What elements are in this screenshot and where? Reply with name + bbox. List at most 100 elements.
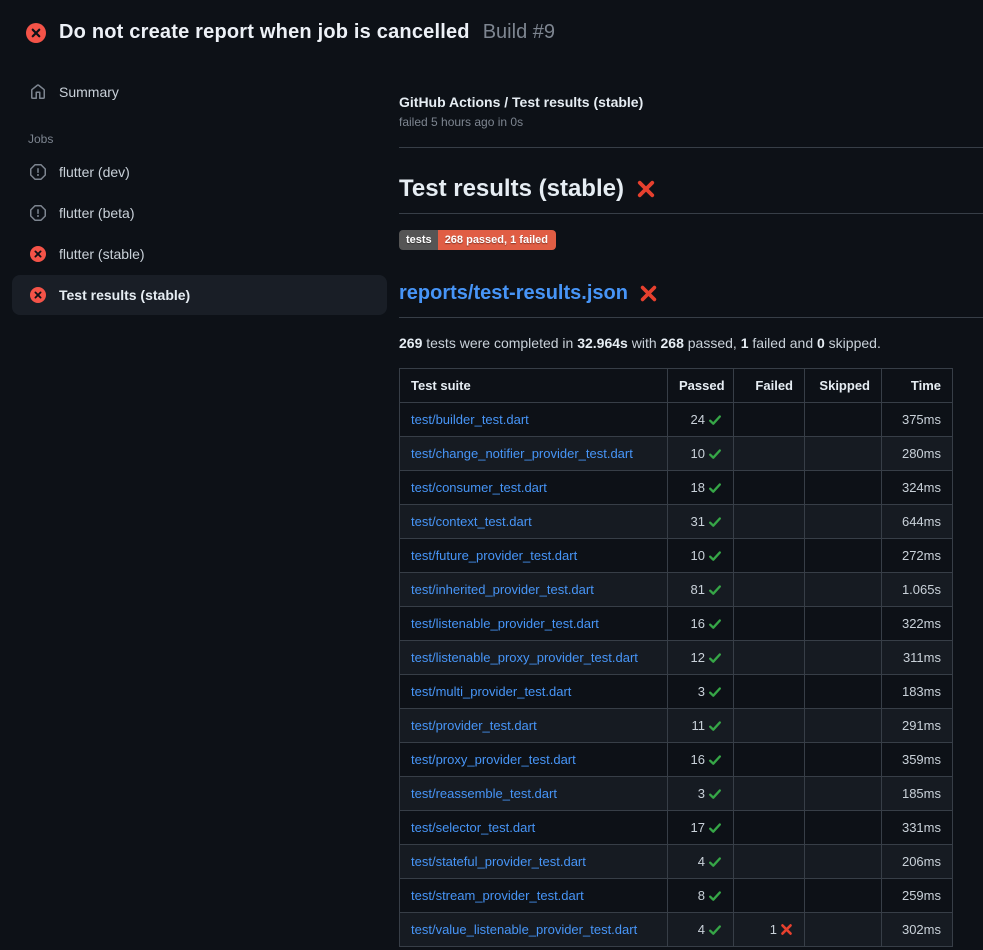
- skipped-cell: [805, 403, 882, 437]
- passed-cell-value: 31: [691, 514, 705, 529]
- suite-link[interactable]: test/listenable_provider_test.dart: [411, 616, 599, 631]
- suite-link[interactable]: test/stream_provider_test.dart: [411, 888, 584, 903]
- failed-cell: [734, 743, 805, 777]
- passed-cell-value: 3: [698, 684, 705, 699]
- suite-link[interactable]: test/provider_test.dart: [411, 718, 537, 733]
- job-label: flutter (stable): [59, 246, 145, 262]
- breadcrumb: GitHub Actions / Test results (stable): [399, 94, 983, 110]
- suite-cell: test/stateful_provider_test.dart: [400, 845, 668, 879]
- sidebar-job-item-2[interactable]: flutter (stable): [12, 234, 387, 274]
- sidebar-job-item-0[interactable]: flutter (dev): [12, 152, 387, 192]
- passed-cell-value: 3: [698, 786, 705, 801]
- failed-cell: [734, 471, 805, 505]
- run-status-text: failed 5 hours ago in 0s: [399, 115, 983, 129]
- test-results-table: Test suitePassedFailedSkippedTime test/b…: [399, 368, 953, 947]
- skipped-cell: [805, 777, 882, 811]
- suite-link[interactable]: test/inherited_provider_test.dart: [411, 582, 594, 597]
- suite-link[interactable]: test/consumer_test.dart: [411, 480, 547, 495]
- table-row: test/change_notifier_provider_test.dart 1…: [400, 437, 953, 471]
- failed-cell: [734, 709, 805, 743]
- failed-cell: [734, 845, 805, 879]
- jobs-list: flutter (dev) flutter (beta) flutter (stab…: [0, 152, 399, 315]
- suite-cell: test/consumer_test.dart: [400, 471, 668, 505]
- failed-cell: [734, 811, 805, 845]
- passed-cell-value: 18: [691, 480, 705, 495]
- job-label: Test results (stable): [59, 287, 190, 303]
- time-cell: 644ms: [882, 505, 953, 539]
- jobs-section-label: Jobs: [0, 132, 399, 146]
- time-cell: 185ms: [882, 777, 953, 811]
- table-row: test/reassemble_test.dart 3 185ms: [400, 777, 953, 811]
- table-row: test/listenable_provider_test.dart16322m…: [400, 607, 953, 641]
- skipped-cell: [805, 607, 882, 641]
- passed-cell: 4: [668, 845, 734, 879]
- suite-cell: test/stream_provider_test.dart: [400, 879, 668, 913]
- passed-cell: 3: [668, 777, 734, 811]
- suite-link[interactable]: test/proxy_provider_test.dart: [411, 752, 576, 767]
- table-row: test/context_test.dart 31 644ms: [400, 505, 953, 539]
- skipped-cell: [805, 437, 882, 471]
- suite-cell: test/selector_test.dart: [400, 811, 668, 845]
- failed-cell: 1: [734, 913, 805, 947]
- sidebar-job-item-3[interactable]: Test results (stable): [12, 275, 387, 315]
- sidebar-item-summary[interactable]: Summary: [0, 74, 399, 110]
- table-row: test/selector_test.dart 17 331ms: [400, 811, 953, 845]
- table-row: test/future_provider_test.dart10272ms: [400, 539, 953, 573]
- job-label: flutter (beta): [59, 205, 134, 221]
- suite-link[interactable]: test/multi_provider_test.dart: [411, 684, 571, 699]
- failed-status-icon: [30, 287, 46, 303]
- passed-cell-value: 12: [691, 650, 705, 665]
- suite-link[interactable]: test/listenable_proxy_provider_test.dart: [411, 650, 638, 665]
- report-heading: reports/test-results.json: [399, 282, 983, 318]
- failed-cell: [734, 505, 805, 539]
- passed-cell-value: 24: [691, 412, 705, 427]
- suite-cell: test/multi_provider_test.dart: [400, 675, 668, 709]
- skipped-cell: [805, 845, 882, 879]
- passed-cell: 10: [668, 539, 734, 573]
- report-file-link[interactable]: reports/test-results.json: [399, 282, 628, 305]
- skipped-cell: [805, 675, 882, 709]
- suite-link[interactable]: test/value_listenable_provider_test.dart: [411, 922, 637, 937]
- suite-cell: test/change_notifier_provider_test.dart: [400, 437, 668, 471]
- suite-cell: test/value_listenable_provider_test.dart: [400, 913, 668, 947]
- sidebar-summary-label: Summary: [59, 84, 119, 100]
- suite-link[interactable]: test/stateful_provider_test.dart: [411, 854, 586, 869]
- suite-cell: test/proxy_provider_test.dart: [400, 743, 668, 777]
- section-heading: Test results (stable): [399, 175, 983, 214]
- home-icon: [30, 84, 46, 100]
- section-title: Test results (stable): [399, 175, 624, 203]
- column-header-skipped: Skipped: [805, 369, 882, 403]
- passed-cell-value: 17: [691, 820, 705, 835]
- passed-cell: 17: [668, 811, 734, 845]
- page-header: Do not create report when job is cancell…: [0, 0, 983, 56]
- suite-link[interactable]: test/change_notifier_provider_test.dart: [411, 446, 633, 461]
- skipped-cell: [805, 505, 882, 539]
- suite-link[interactable]: test/reassemble_test.dart: [411, 786, 557, 801]
- passed-cell-value: 11: [692, 718, 706, 733]
- skipped-cell: [805, 573, 882, 607]
- table-row: test/stream_provider_test.dart8259ms: [400, 879, 953, 913]
- passed-cell: 18: [668, 471, 734, 505]
- passed-cell-value: 10: [691, 446, 705, 461]
- suite-cell: test/listenable_provider_test.dart: [400, 607, 668, 641]
- suite-link[interactable]: test/builder_test.dart: [411, 412, 529, 427]
- passed-cell-value: 10: [691, 548, 705, 563]
- build-number: Build #9: [483, 21, 555, 44]
- job-label: flutter (dev): [59, 164, 130, 180]
- time-cell: 331ms: [882, 811, 953, 845]
- time-cell: 259ms: [882, 879, 953, 913]
- table-row: test/provider_test.dart11291ms: [400, 709, 953, 743]
- passed-cell-value: 4: [698, 922, 705, 937]
- suite-link[interactable]: test/context_test.dart: [411, 514, 532, 529]
- failed-cell-value: 1: [770, 922, 777, 937]
- suite-link[interactable]: test/selector_test.dart: [411, 820, 535, 835]
- red-cross-icon: [636, 179, 656, 199]
- suite-link[interactable]: test/future_provider_test.dart: [411, 548, 577, 563]
- column-header-suite: Test suite: [400, 369, 668, 403]
- time-cell: 322ms: [882, 607, 953, 641]
- main-content: GitHub Actions / Test results (stable) f…: [399, 56, 983, 947]
- suite-cell: test/provider_test.dart: [400, 709, 668, 743]
- sidebar-job-item-1[interactable]: flutter (beta): [12, 193, 387, 233]
- failed-cell: [734, 675, 805, 709]
- passed-cell-value: 4: [698, 854, 705, 869]
